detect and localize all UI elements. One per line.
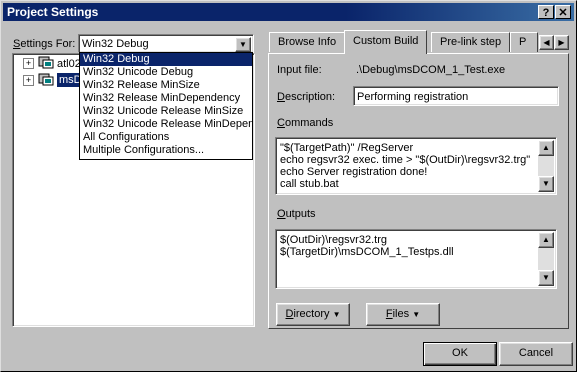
arrow-left-icon: ◀: [543, 38, 550, 47]
input-file-value: .\Debug\msDCOM_1_Test.exe: [356, 64, 506, 76]
dropdown-option[interactable]: Win32 Release MinDependency: [80, 92, 252, 105]
arrow-up-icon: ▲: [542, 143, 550, 152]
commands-scrollbar[interactable]: ▲ ▼: [538, 140, 554, 192]
project-settings-dialog: Project Settings ? ✕ Settings For: Win32…: [0, 0, 577, 372]
outputs-label: Outputs: [277, 208, 316, 220]
arrow-down-icon: ▼: [542, 179, 550, 188]
tree-expander[interactable]: +: [23, 58, 34, 69]
dropdown-option[interactable]: Win32 Unicode Debug: [80, 66, 252, 79]
commands-textarea[interactable]: "$(TargetPath)" /RegServer echo regsvr32…: [275, 137, 557, 195]
window-title: Project Settings: [7, 5, 99, 19]
tab-pre-link-step[interactable]: Pre-link step: [431, 32, 511, 52]
settings-for-dropdown-list[interactable]: Win32 Debug Win32 Unicode Debug Win32 Re…: [79, 52, 253, 160]
files-button-label: Files: [385, 308, 410, 320]
arrow-down-icon: ▼: [542, 273, 550, 282]
tree-item-label[interactable]: atl02: [57, 58, 81, 70]
cancel-button[interactable]: Cancel: [499, 342, 573, 366]
close-button[interactable]: ✕: [555, 5, 571, 19]
dropdown-option[interactable]: Win32 Release MinSize: [80, 79, 252, 92]
dropdown-option[interactable]: Win32 Unicode Release MinDepend: [80, 118, 252, 131]
settings-for-label: Settings For:: [13, 38, 76, 50]
tab-browse-info[interactable]: Browse Info: [269, 32, 346, 52]
outputs-text: $(OutDir)\regsvr32.trg $(TargetDir)\msDC…: [280, 234, 454, 258]
arrow-up-icon: ▲: [542, 235, 550, 244]
scroll-up-button[interactable]: ▲: [538, 232, 554, 248]
scroll-down-button[interactable]: ▼: [538, 176, 554, 192]
tree-expander[interactable]: +: [23, 75, 34, 86]
tab-post-build[interactable]: P: [510, 32, 538, 52]
commands-label: Commands: [277, 117, 334, 129]
scroll-up-button[interactable]: ▲: [538, 140, 554, 156]
files-button[interactable]: Files ▼: [366, 303, 440, 326]
settings-for-selected: Win32 Debug: [82, 38, 149, 50]
description-value: Performing registration: [357, 91, 469, 103]
outputs-textarea[interactable]: $(OutDir)\regsvr32.trg $(TargetDir)\msDC…: [275, 229, 557, 289]
directory-button-label: Directory: [285, 308, 330, 320]
combo-dropdown-button[interactable]: ▼: [235, 37, 251, 52]
input-file-label: Input file:: [277, 64, 322, 76]
close-icon: ✕: [558, 7, 568, 19]
title-bar: Project Settings ? ✕: [3, 3, 574, 21]
dropdown-option[interactable]: Multiple Configurations...: [80, 144, 252, 157]
help-button[interactable]: ?: [538, 5, 554, 19]
tab-scroll-left[interactable]: ◀: [539, 35, 554, 50]
dropdown-option[interactable]: Win32 Debug: [80, 53, 252, 66]
description-input[interactable]: Performing registration: [353, 86, 559, 106]
project-icon: [38, 56, 54, 69]
tab-custom-build[interactable]: Custom Build: [344, 30, 428, 54]
settings-for-combobox[interactable]: Win32 Debug ▼: [78, 34, 254, 53]
directory-button[interactable]: Directory ▼: [276, 303, 350, 326]
dropdown-option[interactable]: All Configurations: [80, 131, 252, 144]
outputs-scrollbar[interactable]: ▲ ▼: [538, 232, 554, 286]
arrow-right-icon: ▶: [558, 38, 565, 47]
tab-scroll-right[interactable]: ▶: [554, 35, 569, 50]
commands-text: "$(TargetPath)" /RegServer echo regsvr32…: [280, 142, 531, 190]
chevron-down-icon: ▼: [239, 40, 247, 49]
scroll-down-button[interactable]: ▼: [538, 270, 554, 286]
dropdown-arrow-icon: ▼: [412, 310, 421, 319]
ok-button[interactable]: OK: [423, 342, 497, 366]
dropdown-arrow-icon: ▼: [332, 310, 341, 319]
description-label: Description:: [277, 91, 336, 103]
project-icon: [38, 73, 54, 86]
dropdown-option[interactable]: Win32 Unicode Release MinSize: [80, 105, 252, 118]
